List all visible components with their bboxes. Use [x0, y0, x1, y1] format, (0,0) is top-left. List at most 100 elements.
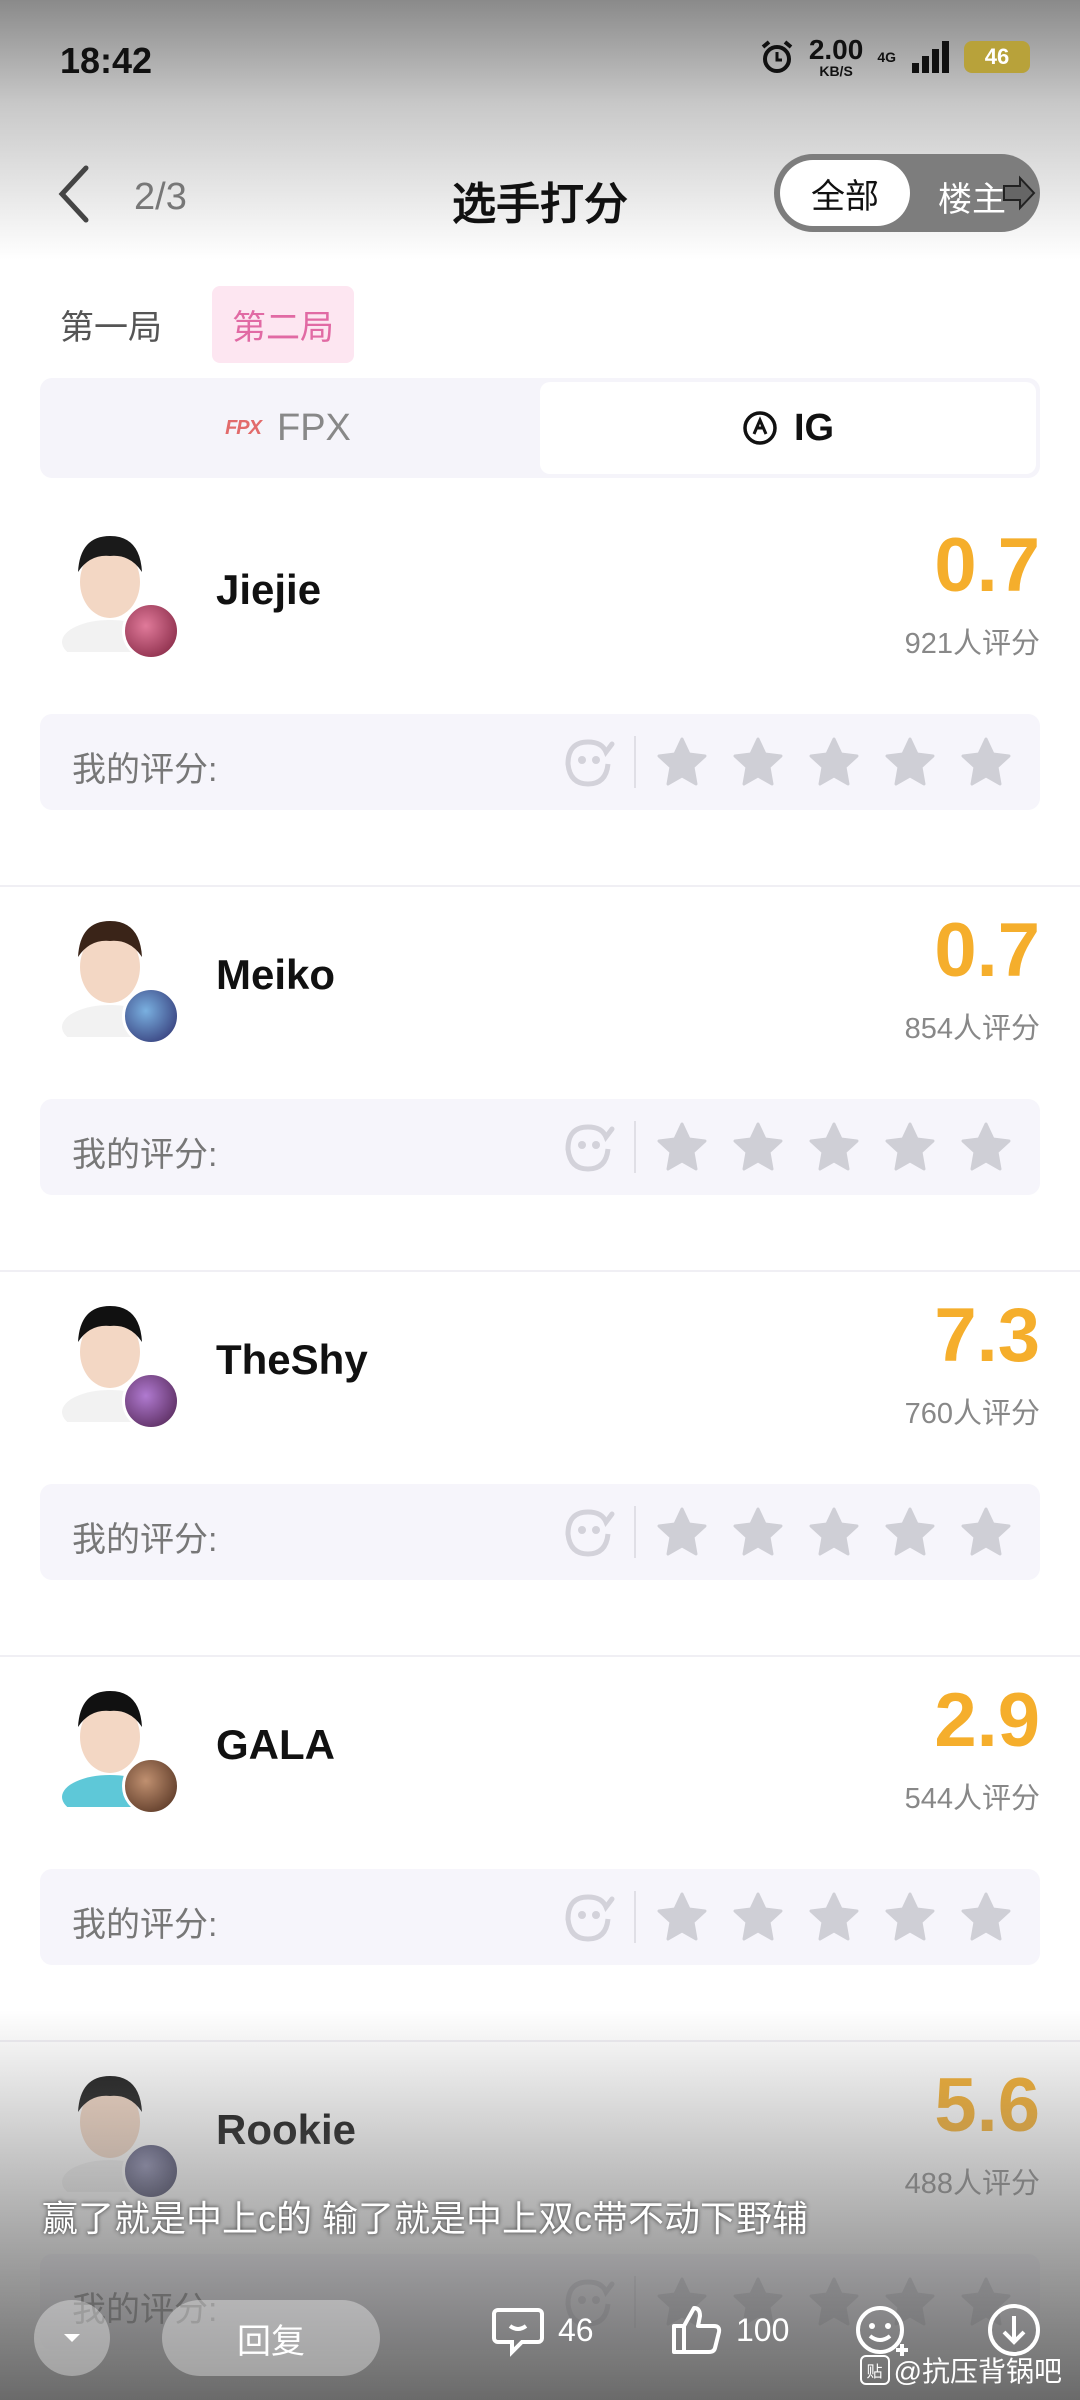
my-rating-label: 我的评分: [72, 1521, 218, 1559]
vote-count: 488人评分 [904, 2168, 1040, 2200]
tab-round-2[interactable]: 第二局 [212, 286, 354, 363]
player-score: 0.7 [934, 908, 1040, 993]
player-name: Jiejie [216, 566, 322, 613]
alarm-icon [761, 40, 793, 73]
avatar[interactable] [52, 1677, 182, 1817]
vote-count: 854人评分 [904, 1013, 1040, 1045]
toggle-owner[interactable]: 楼主 [938, 172, 1006, 221]
tab-round-1[interactable]: 第一局 [40, 286, 182, 363]
status-time: 18:42 [60, 40, 153, 81]
reply-button[interactable]: 回复 [162, 2300, 380, 2376]
tab-team-fpx[interactable]: FPX FPX [40, 378, 536, 478]
my-rating-row: 我的评分: [40, 1099, 1040, 1195]
network-speed: 2.00 KB/S [808, 34, 864, 79]
star-icon[interactable] [656, 1506, 708, 1558]
my-rating-row: 我的评分: [40, 714, 1040, 810]
my-rating-row: 我的评分: [40, 1484, 1040, 1580]
star-icon[interactable] [884, 1891, 936, 1943]
status-bar: 18:42 2.00 KB/S 4G 46 [0, 0, 1080, 120]
like-count: 100 [736, 2311, 790, 2348]
toggle-all[interactable]: 全部 [780, 160, 910, 226]
team-label-fpx: FPX [277, 406, 351, 449]
status-icons: 2.00 KB/S 4G 46 [759, 36, 1030, 78]
star-icon[interactable] [808, 1121, 860, 1173]
player-name: Rookie [216, 2106, 357, 2153]
comment-count: 46 [558, 2311, 594, 2348]
star-icon[interactable] [732, 1121, 784, 1173]
vote-count: 760人评分 [904, 1398, 1040, 1430]
rating-divider [634, 1506, 636, 1558]
rating-divider [634, 1121, 636, 1173]
toggle-arrow-icon [1003, 175, 1036, 211]
star-icon[interactable] [884, 1506, 936, 1558]
rating-divider [634, 1891, 636, 1943]
my-rating-label: 我的评分: [72, 1906, 218, 1944]
watermark: 贴 @抗压背锅吧 [859, 2350, 1062, 2390]
star-icon[interactable] [732, 1891, 784, 1943]
player-name: Meiko [216, 951, 336, 998]
star-rating [656, 1121, 1012, 1173]
my-rating-label: 我的评分: [72, 1136, 218, 1174]
player-score: 5.6 [934, 2063, 1040, 2148]
rating-emoji-icon[interactable] [558, 734, 618, 790]
avatar[interactable] [52, 907, 182, 1047]
my-rating-label: 我的评分: [72, 751, 218, 789]
watermark-text: @抗压背锅吧 [893, 2356, 1062, 2387]
star-icon[interactable] [656, 1891, 708, 1943]
player-list: Jiejie 0.7 921人评分 我的评分: Meiko 0.7 854人评分… [0, 502, 1080, 2400]
header: 2/3 选手打分 全部 楼主 [0, 140, 1080, 250]
avatar[interactable] [52, 522, 182, 662]
star-icon[interactable] [656, 736, 708, 788]
like-icon [672, 2306, 722, 2354]
champion-icon [122, 602, 180, 660]
player-score: 2.9 [934, 1678, 1040, 1763]
bottom-action-bar: 回复 46 100 贴 @抗压背锅吧 [0, 2290, 1080, 2400]
expand-button[interactable] [34, 2300, 110, 2376]
team-label-ig: IG [793, 406, 835, 449]
ig-logo-icon [743, 411, 777, 445]
star-rating [656, 736, 1012, 788]
speed-unit: KB/S [819, 63, 853, 79]
speed-value: 2.00 [808, 34, 864, 65]
star-icon[interactable] [884, 1121, 936, 1173]
rating-emoji-icon[interactable] [558, 1504, 618, 1560]
vote-count: 921人评分 [904, 628, 1040, 660]
star-icon[interactable] [960, 1506, 1012, 1558]
star-icon[interactable] [656, 1121, 708, 1173]
star-icon[interactable] [960, 1891, 1012, 1943]
comment-button[interactable]: 46 [488, 2300, 594, 2360]
player-card: GALA 2.9 544人评分 我的评分: [0, 1657, 1080, 2042]
post-caption: 赢了就是中上c的 输了就是中上双c带不动下野辅 [42, 2198, 809, 2239]
champion-icon [122, 1372, 180, 1430]
tab-team-ig[interactable]: IG [540, 382, 1036, 474]
player-card: Meiko 0.7 854人评分 我的评分: [0, 887, 1080, 1272]
view-toggle[interactable]: 全部 楼主 [774, 154, 1040, 232]
avatar[interactable] [52, 2062, 182, 2202]
my-rating-row: 我的评分: [40, 1869, 1040, 1965]
champion-icon [122, 987, 180, 1045]
like-button[interactable]: 100 [666, 2300, 789, 2360]
rating-emoji-icon[interactable] [558, 1889, 618, 1945]
rating-emoji-icon[interactable] [558, 1119, 618, 1175]
star-icon[interactable] [808, 736, 860, 788]
team-tabs: FPX FPX IG [40, 378, 1040, 478]
champion-icon [122, 1757, 180, 1815]
player-card: TheShy 7.3 760人评分 我的评分: [0, 1272, 1080, 1657]
star-icon[interactable] [732, 1506, 784, 1558]
player-name: GALA [216, 1721, 335, 1768]
star-icon[interactable] [960, 1121, 1012, 1173]
star-icon[interactable] [960, 736, 1012, 788]
chevron-down-icon [64, 2334, 80, 2342]
round-tabs: 第一局 第二局 [40, 286, 354, 363]
vote-count: 544人评分 [904, 1783, 1040, 1815]
star-icon[interactable] [884, 736, 936, 788]
star-icon[interactable] [732, 736, 784, 788]
network-type: 4G [877, 49, 896, 65]
comment-icon [492, 2308, 544, 2357]
player-card: Jiejie 0.7 921人评分 我的评分: [0, 502, 1080, 887]
star-rating [656, 1506, 1012, 1558]
avatar[interactable] [52, 1292, 182, 1432]
star-icon[interactable] [808, 1891, 860, 1943]
star-icon[interactable] [808, 1506, 860, 1558]
star-rating [656, 1891, 1012, 1943]
